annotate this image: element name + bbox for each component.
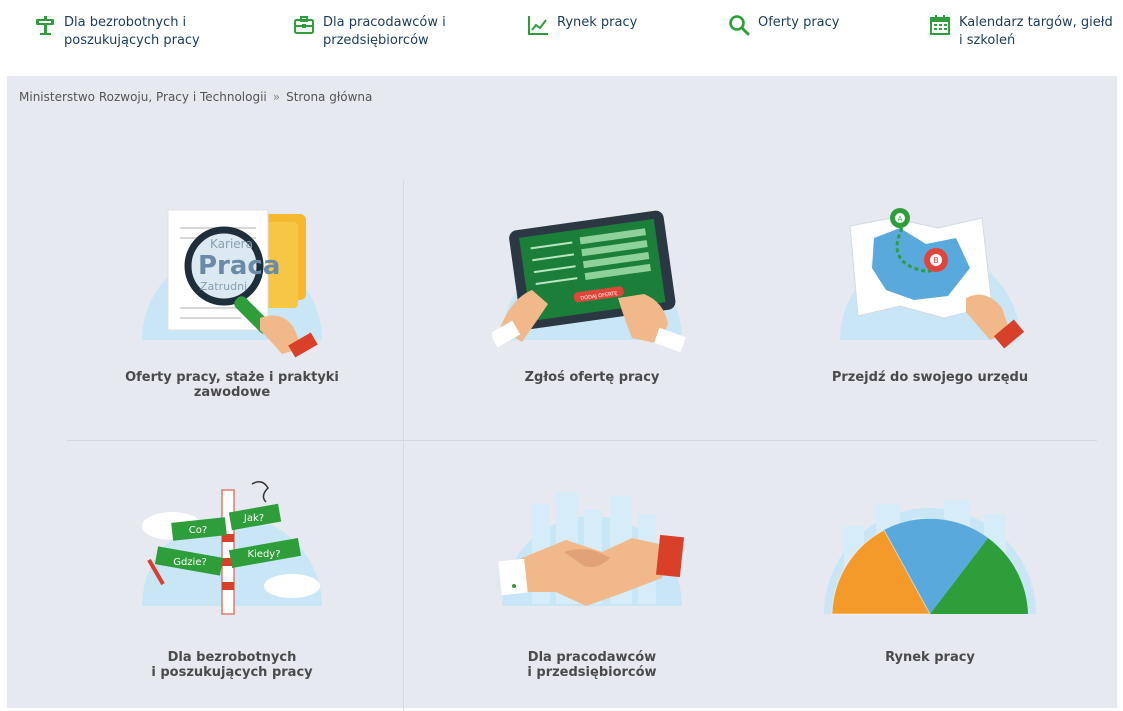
handshake-illustration (498, 492, 685, 606)
tile-unemployed[interactable]: Co? Jak? Kiedy? Gdzie? Dla bezrobotnych i… (47, 474, 417, 680)
nav-item-unemployed[interactable]: Dla bezrobotnych i poszukujących pracy (34, 14, 200, 50)
pie-gauge-illustration (824, 500, 1036, 615)
map-illustration: A B (840, 208, 1025, 349)
nav-item-calendar[interactable]: Kalendarz targów, giełd i szkoleń (929, 14, 1113, 50)
svg-text:A: A (898, 215, 903, 223)
grid-divider-horizontal (67, 440, 1097, 441)
chart-icon (527, 14, 549, 36)
svg-text:Jak?: Jak? (243, 513, 264, 524)
tile-title: Przejdź do swojego urzędu (831, 370, 1029, 385)
breadcrumb-separator: » (272, 90, 281, 104)
tile-labor-market[interactable]: Rynek pracy (745, 474, 1115, 665)
top-navigation: Dla bezrobotnych i poszukujących pracy Dl… (0, 0, 1123, 76)
signpost-illustration: Co? Jak? Kiedy? Gdzie? (142, 481, 322, 615)
svg-text:Gdzie?: Gdzie? (173, 557, 207, 568)
nav-label: Kalendarz targów, giełd i szkoleń (959, 15, 1113, 48)
nav-item-job-offers[interactable]: Oferty pracy (728, 14, 839, 36)
svg-text:Praca: Praca (198, 251, 280, 281)
svg-text:Kariera: Kariera (210, 237, 253, 251)
tile-title: Oferty pracy, staże i praktyki zawodowe (125, 370, 339, 400)
nav-label: Dla bezrobotnych i poszukujących pracy (64, 15, 200, 48)
svg-text:Kiedy?: Kiedy? (247, 549, 280, 560)
nav-label: Dla pracodawców i przedsiębiorców (323, 15, 446, 48)
search-icon (728, 14, 750, 36)
tile-title: Dla bezrobotnych i poszukujących pracy (151, 650, 313, 680)
calendar-icon (929, 14, 951, 36)
tile-employers[interactable]: Dla pracodawców i przedsiębiorców (407, 474, 777, 680)
tile-submit-offer[interactable]: DODAJ OFERTĘ Zgłoś ofertę pracy (407, 198, 777, 385)
tile-go-to-office[interactable]: A B Przejdź do swojego urzędu (745, 198, 1115, 385)
breadcrumb-root-link[interactable]: Ministerstwo Rozwoju, Pracy i Technologi… (19, 90, 267, 104)
main-content: Ministerstwo Rozwoju, Pracy i Technologi… (7, 76, 1117, 711)
nav-item-employers[interactable]: Dla pracodawców i przedsiębiorców (293, 14, 446, 50)
svg-text:B: B (933, 256, 939, 265)
tile-title: Dla pracodawców i przedsiębiorców (527, 650, 657, 680)
breadcrumb: Ministerstwo Rozwoju, Pracy i Technologi… (19, 90, 372, 104)
nav-item-labor-market[interactable]: Rynek pracy (527, 14, 637, 36)
nav-label: Oferty pracy (758, 15, 840, 30)
tile-title: Rynek pracy (885, 650, 975, 665)
magnifier-documents-illustration: Kariera Praca Zatrudni (142, 209, 322, 358)
svg-text:Co?: Co? (189, 525, 207, 536)
nav-label: Rynek pracy (557, 15, 638, 30)
signpost-icon (34, 14, 56, 36)
tile-job-offers[interactable]: Kariera Praca Zatrudni Oferty pracy, sta… (47, 198, 417, 400)
briefcase-icon (293, 14, 315, 36)
breadcrumb-current: Strona główna (286, 90, 373, 104)
svg-text:Zatrudni: Zatrudni (200, 280, 247, 293)
tablet-illustration: DODAJ OFERTĘ (492, 210, 686, 353)
tile-title: Zgłoś ofertę pracy (524, 370, 660, 385)
